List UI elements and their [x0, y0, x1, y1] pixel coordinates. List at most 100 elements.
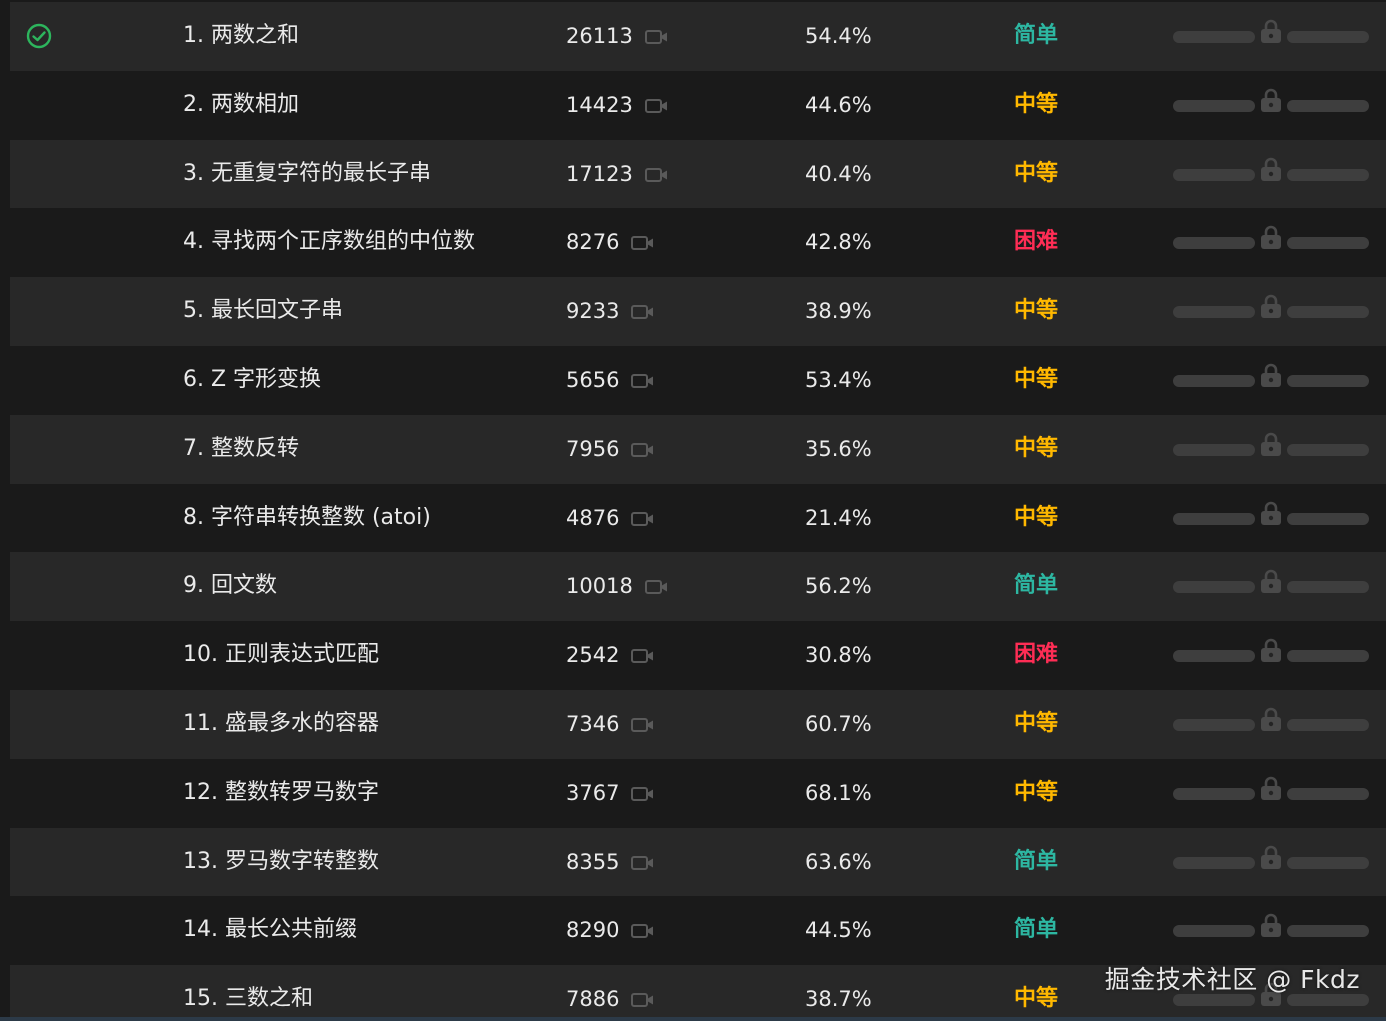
problem-title-link[interactable]: 12. 整数转罗马数字: [183, 759, 379, 828]
frequency-bar-left: [1173, 512, 1255, 525]
problem-title-link[interactable]: 8. 字符串转换整数 (atoi): [183, 484, 431, 553]
video-icon[interactable]: [631, 648, 655, 664]
frequency-bar-left: [1173, 99, 1255, 112]
difficulty-badge: 简单: [1014, 573, 1059, 599]
frequency-locked[interactable]: [1173, 277, 1369, 346]
solution-count[interactable]: 9233: [566, 277, 619, 346]
bottom-scroll-strip: [0, 1017, 1386, 1021]
frequency-locked[interactable]: [1173, 208, 1369, 277]
problem-title-link[interactable]: 11. 盛最多水的容器: [183, 690, 379, 759]
solution-count[interactable]: 14423: [566, 71, 633, 140]
problem-row[interactable]: 1. 两数之和 26113 54.4% 简单: [10, 2, 1386, 71]
acceptance-rate: 42.8%: [805, 230, 872, 255]
solution-count[interactable]: 8290: [566, 896, 619, 965]
problem-row[interactable]: 12. 整数转罗马数字 3767 68.1% 中等: [10, 758, 1386, 828]
frequency-bar-right: [1287, 443, 1369, 456]
problem-row[interactable]: 4. 寻找两个正序数组的中位数 8276 42.8% 困难: [10, 208, 1386, 278]
problem-row[interactable]: 5. 最长回文子串 9233 38.9% 中等: [10, 277, 1386, 346]
check-circle-icon: [26, 24, 52, 49]
acceptance-rate: 60.7%: [805, 711, 872, 736]
solution-count[interactable]: 7346: [566, 690, 619, 759]
solution-count[interactable]: 7956: [566, 415, 619, 484]
frequency-bar-right: [1287, 374, 1369, 387]
solution-count[interactable]: 2542: [566, 621, 619, 690]
video-icon[interactable]: [645, 98, 669, 114]
frequency-bar-right: [1287, 787, 1369, 800]
problem-title-link[interactable]: 9. 回文数: [183, 552, 277, 621]
frequency-locked[interactable]: [1173, 415, 1369, 484]
solution-count[interactable]: 26113: [566, 2, 633, 71]
difficulty-badge: 困难: [1014, 229, 1059, 255]
solution-count[interactable]: 7886: [566, 965, 619, 1021]
video-icon[interactable]: [631, 235, 655, 251]
problem-title-link[interactable]: 3. 无重复字符的最长子串: [183, 140, 431, 209]
lock-icon: [1259, 224, 1283, 250]
problem-row[interactable]: 13. 罗马数字转整数 8355 63.6% 简单: [10, 827, 1386, 897]
frequency-locked[interactable]: [1173, 621, 1369, 690]
video-icon[interactable]: [631, 373, 655, 389]
problem-title-link[interactable]: 5. 最长回文子串: [183, 277, 343, 346]
problem-row[interactable]: 6. Z 字形变换 5656 53.4% 中等: [10, 345, 1386, 415]
video-icon[interactable]: [631, 786, 655, 802]
lock-icon: [1259, 87, 1283, 113]
video-icon[interactable]: [631, 304, 655, 320]
problem-title-link[interactable]: 1. 两数之和: [183, 2, 299, 71]
difficulty-badge: 中等: [1014, 710, 1059, 736]
problem-row[interactable]: 10. 正则表达式匹配 2542 30.8% 困难: [10, 621, 1386, 690]
video-icon[interactable]: [645, 29, 669, 45]
frequency-bar-right: [1287, 237, 1369, 250]
solution-count[interactable]: 10018: [566, 552, 633, 621]
frequency-locked[interactable]: [1173, 896, 1369, 965]
problem-title-link[interactable]: 15. 三数之和: [183, 965, 313, 1021]
status-cell: [24, 828, 54, 897]
frequency-locked[interactable]: [1173, 140, 1369, 209]
frequency-locked[interactable]: [1173, 2, 1369, 71]
problem-title-link[interactable]: 7. 整数反转: [183, 415, 299, 484]
video-icon[interactable]: [645, 167, 669, 183]
solution-count[interactable]: 8276: [566, 208, 619, 277]
video-icon[interactable]: [631, 717, 655, 733]
problem-row[interactable]: 3. 无重复字符的最长子串 17123 40.4% 中等: [10, 139, 1386, 209]
solution-count[interactable]: 3767: [566, 759, 619, 828]
problem-row[interactable]: 9. 回文数 10018 56.2% 简单: [10, 552, 1386, 622]
frequency-locked[interactable]: [1173, 759, 1369, 828]
lock-icon: [1259, 500, 1283, 526]
problem-row[interactable]: 11. 盛最多水的容器 7346 60.7% 中等: [10, 689, 1386, 759]
frequency-locked[interactable]: [1173, 552, 1369, 621]
frequency-bar-left: [1173, 718, 1255, 731]
problem-row[interactable]: 8. 字符串转换整数 (atoi) 4876 21.4% 中等: [10, 483, 1386, 553]
problem-title-link[interactable]: 4. 寻找两个正序数组的中位数: [183, 208, 475, 277]
frequency-locked[interactable]: [1173, 71, 1369, 140]
problem-title-link[interactable]: 6. Z 字形变换: [183, 346, 321, 415]
solution-count[interactable]: 4876: [566, 484, 619, 553]
frequency-locked[interactable]: [1173, 690, 1369, 759]
problem-row[interactable]: 2. 两数相加 14423 44.6% 中等: [10, 70, 1386, 140]
difficulty-badge: 中等: [1014, 504, 1059, 530]
status-cell: [24, 965, 54, 1021]
problem-row[interactable]: 14. 最长公共前缀 8290 44.5% 简单: [10, 896, 1386, 966]
problem-row[interactable]: 7. 整数反转 7956 35.6% 中等: [10, 414, 1386, 484]
problem-title-link[interactable]: 10. 正则表达式匹配: [183, 621, 379, 690]
frequency-bar-right: [1287, 581, 1369, 594]
frequency-bar-left: [1173, 856, 1255, 869]
problem-title-link[interactable]: 13. 罗马数字转整数: [183, 828, 379, 897]
frequency-locked[interactable]: [1173, 828, 1369, 897]
frequency-locked[interactable]: [1173, 346, 1369, 415]
video-icon[interactable]: [631, 923, 655, 939]
problem-title-link[interactable]: 2. 两数相加: [183, 71, 299, 140]
video-icon[interactable]: [631, 442, 655, 458]
frequency-bar-left: [1173, 306, 1255, 319]
video-icon[interactable]: [631, 855, 655, 871]
solution-count[interactable]: 5656: [566, 346, 619, 415]
frequency-locked[interactable]: [1173, 484, 1369, 553]
status-cell: [24, 208, 54, 277]
difficulty-badge: 中等: [1014, 779, 1059, 805]
video-icon[interactable]: [631, 511, 655, 527]
video-icon[interactable]: [645, 579, 669, 595]
solution-count[interactable]: 17123: [566, 140, 633, 209]
video-icon[interactable]: [631, 992, 655, 1008]
frequency-bar-right: [1287, 99, 1369, 112]
acceptance-rate: 35.6%: [805, 436, 872, 461]
problem-title-link[interactable]: 14. 最长公共前缀: [183, 896, 357, 965]
solution-count[interactable]: 8355: [566, 828, 619, 897]
